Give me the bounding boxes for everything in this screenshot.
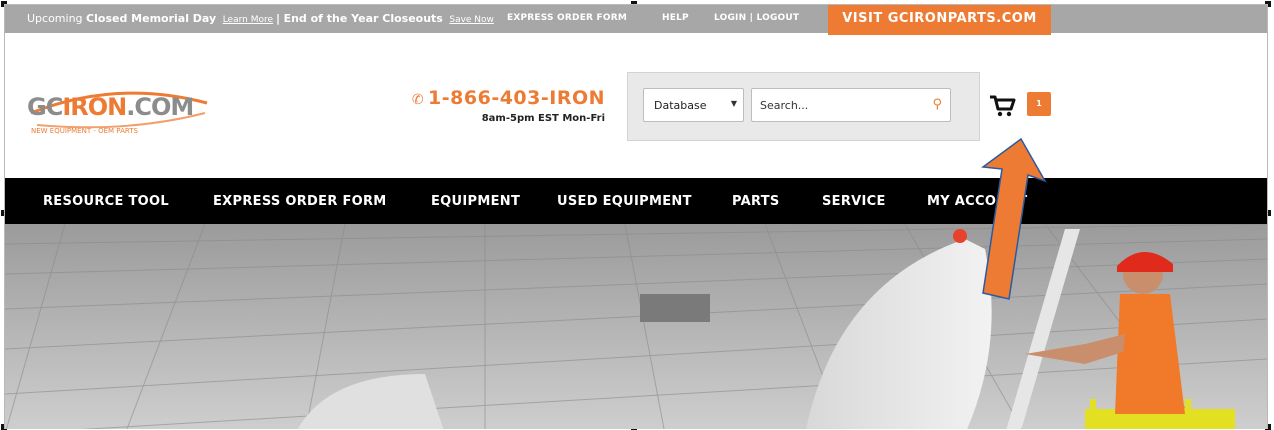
- cart-icon-graphic: [990, 95, 1016, 117]
- nav-used-equipment[interactable]: USED EQUIPMENT: [557, 194, 692, 209]
- phone-number: 1-866-403-IRON: [428, 87, 605, 109]
- hero-banner: [5, 224, 1267, 429]
- promo-memorial-day: Closed Memorial Day: [86, 12, 217, 25]
- top-link-help[interactable]: HELP: [662, 13, 689, 23]
- nav-parts[interactable]: PARTS: [732, 194, 780, 209]
- promo-separator: |: [276, 12, 281, 25]
- annotation-arrow: [980, 137, 1047, 300]
- main-navigation: RESOURCE TOOL EXPRESS ORDER FORM EQUIPME…: [5, 178, 1267, 224]
- top-bar: Upcoming Closed Memorial Day Learn More |…: [5, 5, 1267, 35]
- search-category-value: Database: [654, 99, 707, 112]
- website-screenshot: Upcoming Closed Memorial Day Learn More |…: [4, 4, 1268, 429]
- logo-com: .COM: [126, 93, 194, 121]
- cart-icon[interactable]: [989, 94, 1017, 124]
- search-icon[interactable]: ⚲: [932, 97, 942, 112]
- top-link-express-order-form[interactable]: EXPRESS ORDER FORM: [507, 13, 627, 23]
- promo-closeouts: End of the Year Closeouts: [283, 12, 443, 25]
- top-link-login-logout[interactable]: LOGIN | LOGOUT: [714, 13, 799, 23]
- nav-resource-tool[interactable]: RESOURCE TOOL: [43, 194, 169, 209]
- nav-express-order-form[interactable]: EXPRESS ORDER FORM: [213, 194, 387, 209]
- search-input[interactable]: Search... ⚲: [751, 88, 951, 122]
- save-now-link[interactable]: Save Now: [449, 15, 494, 25]
- cart-count-badge[interactable]: 1: [1027, 92, 1051, 116]
- logo-gc: GC: [27, 93, 63, 121]
- promo-banner: Upcoming Closed Memorial Day Learn More |…: [27, 12, 497, 25]
- logo-wordmark: GCIRON.COM: [27, 93, 194, 121]
- learn-more-link[interactable]: Learn More: [223, 15, 273, 25]
- visit-gcironparts-button[interactable]: VISIT GCIRONPARTS.COM: [828, 5, 1051, 35]
- site-logo[interactable]: GCIRON.COM NEW EQUIPMENT - OEM PARTS: [27, 83, 211, 145]
- phone-icon: ✆: [411, 92, 425, 108]
- search-category-select[interactable]: Database ▼: [643, 88, 744, 122]
- nav-service[interactable]: SERVICE: [822, 194, 886, 209]
- chevron-down-icon: ▼: [730, 99, 737, 108]
- promo-prefix: Upcoming: [27, 12, 83, 25]
- business-hours: 8am-5pm EST Mon-Fri: [481, 113, 605, 124]
- search-placeholder: Search...: [760, 99, 809, 112]
- phone-contact: ✆ 1-866-403-IRON 8am-5pm EST Mon-Fri: [393, 87, 605, 124]
- hero-image: [5, 224, 1267, 429]
- search-panel: Database ▼ Search... ⚲: [627, 72, 980, 141]
- logo-iron: IRON: [62, 93, 127, 121]
- nav-equipment[interactable]: EQUIPMENT: [431, 194, 520, 209]
- logo-tagline: NEW EQUIPMENT - OEM PARTS: [31, 127, 138, 135]
- phone-number-line[interactable]: ✆ 1-866-403-IRON: [393, 87, 605, 109]
